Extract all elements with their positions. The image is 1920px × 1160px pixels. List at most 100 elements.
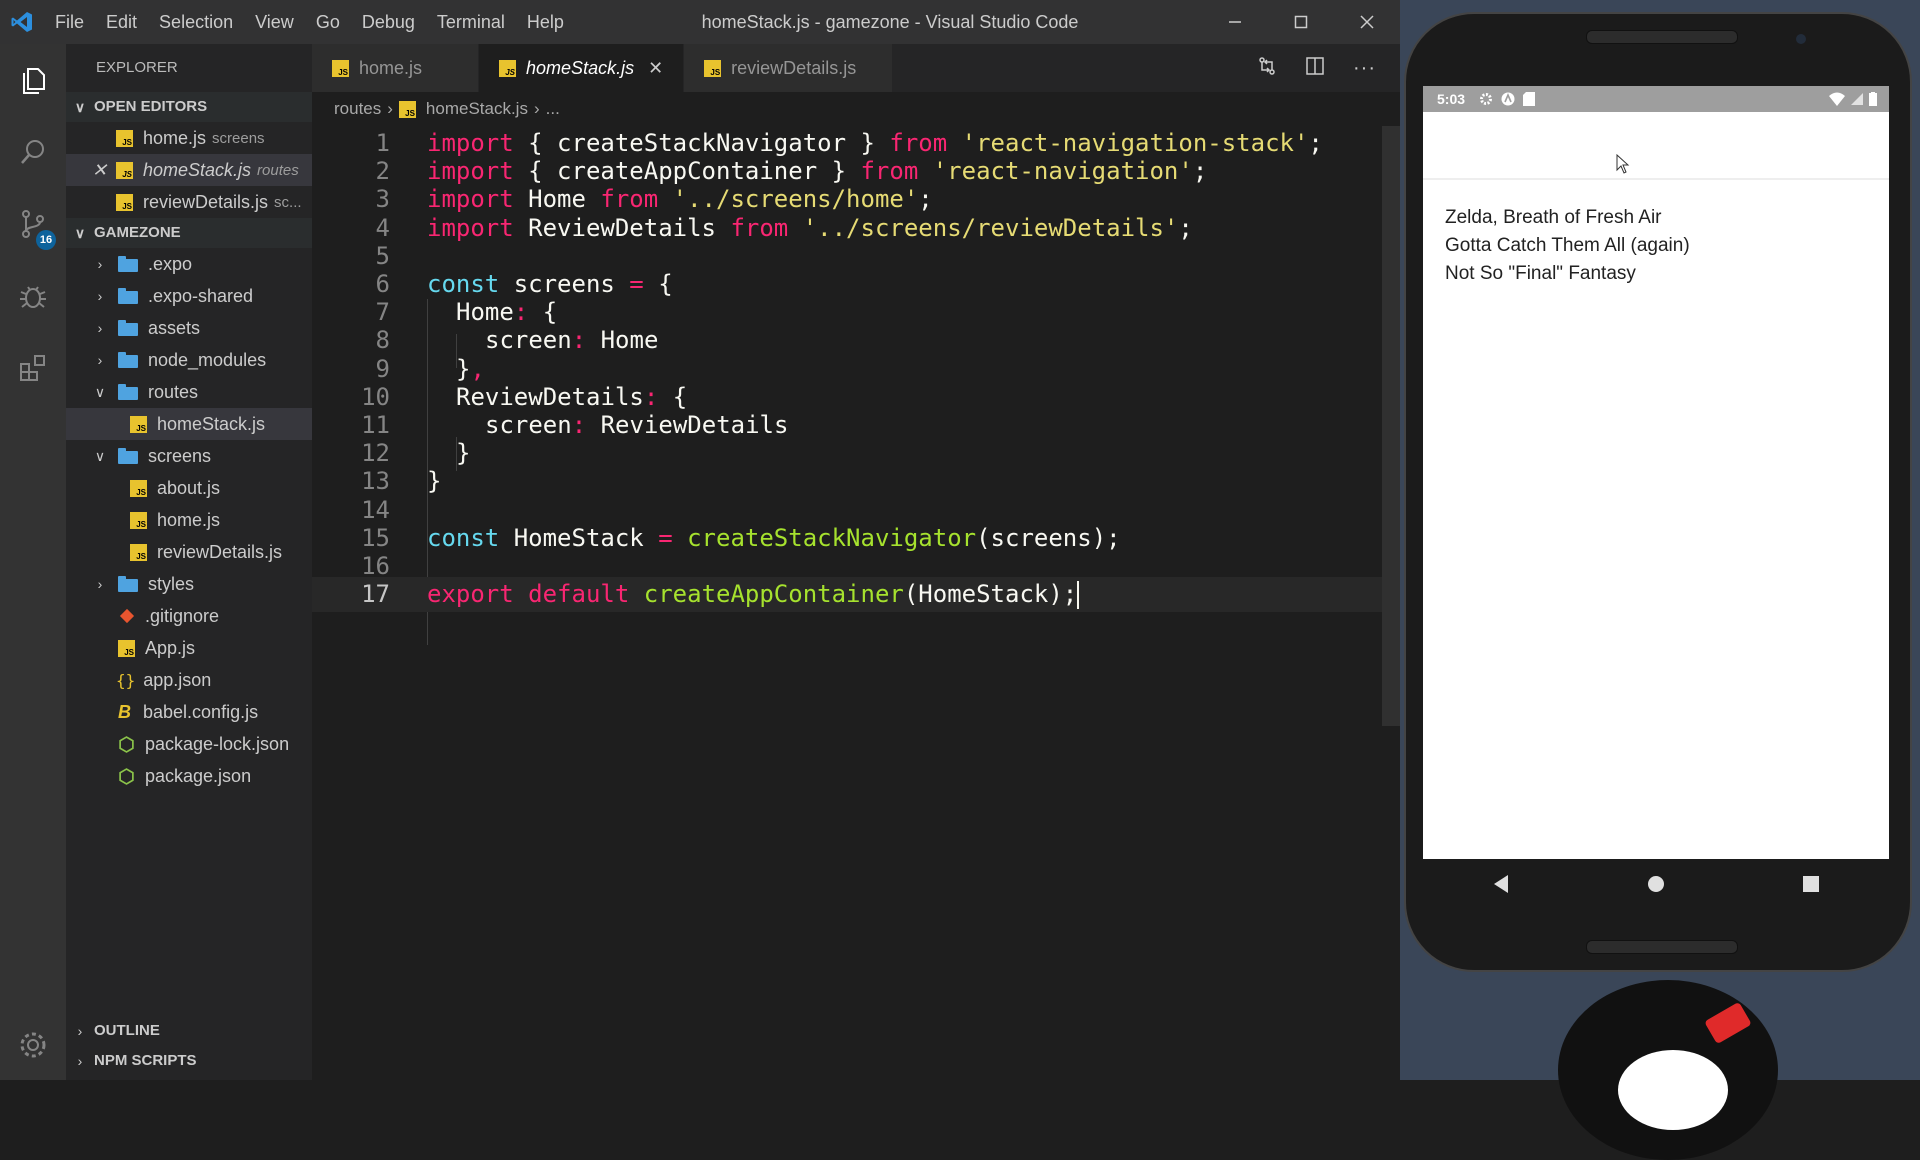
tree-file[interactable]: JS home.js	[66, 504, 312, 536]
tree-folder[interactable]: ∨ screens	[66, 440, 312, 472]
tree-folder[interactable]: › .expo	[66, 248, 312, 280]
minimize-button[interactable]	[1202, 0, 1268, 44]
home-icon[interactable]	[1647, 875, 1665, 898]
maximize-button[interactable]	[1268, 0, 1334, 44]
tree-file[interactable]: JS about.js	[66, 472, 312, 504]
top-speaker	[1586, 30, 1738, 44]
token: import	[427, 185, 514, 214]
source-control-icon[interactable]: 16	[0, 188, 66, 260]
chevron-right-icon: ›	[77, 1023, 83, 1039]
recents-icon[interactable]	[1802, 875, 1820, 898]
folder-icon	[118, 256, 138, 272]
js-file-icon: JS	[130, 479, 147, 497]
tree-item-label: home.js	[157, 509, 221, 530]
token: 'react-navigation-stack'	[961, 129, 1309, 157]
js-file-icon: JS	[130, 415, 147, 433]
js-file-icon: JS	[116, 161, 133, 179]
tree-item-label: assets	[148, 317, 201, 338]
a-icon	[1501, 92, 1515, 106]
back-icon[interactable]	[1492, 874, 1510, 899]
tree-folder[interactable]: › .expo-shared	[66, 280, 312, 312]
project-header[interactable]: ∨ GAMEZONE	[66, 218, 312, 248]
menu-terminal[interactable]: Terminal	[426, 0, 516, 44]
token: from	[860, 157, 919, 186]
tree-file[interactable]: {} app.json	[66, 664, 312, 696]
json-icon: {}	[116, 670, 136, 690]
breadcrumb-folder[interactable]: routes	[334, 99, 381, 119]
list-item[interactable]: Zelda, Breath of Fresh Air	[1445, 204, 1889, 232]
close-window-button[interactable]	[1334, 0, 1400, 44]
tree-item-label: node_modules	[148, 349, 267, 370]
token: ReviewDetails	[513, 213, 731, 242]
tree-file[interactable]: JS reviewDetails.js	[66, 536, 312, 568]
tree-folder[interactable]: ∨ routes	[66, 376, 312, 408]
token: createStackNavigator	[687, 523, 977, 552]
tree-folder[interactable]: › assets	[66, 312, 312, 344]
outline-header[interactable]: › OUTLINE	[66, 1016, 312, 1046]
token: Home	[513, 185, 601, 214]
open-editor-item[interactable]: ✕ JS homeStack.js routes	[66, 154, 312, 186]
open-editors-header[interactable]: ∨ OPEN EDITORS	[66, 92, 312, 122]
tree-file[interactable]: package-lock.json	[66, 728, 312, 760]
search-icon[interactable]	[0, 116, 66, 188]
close-tab-icon[interactable]: ✕	[648, 58, 663, 79]
token: {	[658, 382, 688, 411]
menu-go[interactable]: Go	[305, 0, 351, 44]
tree-file[interactable]: JS App.js	[66, 632, 312, 664]
menu-edit[interactable]: Edit	[95, 0, 148, 44]
chevron-down-icon: ∨	[74, 99, 86, 115]
status-right-icons	[1829, 92, 1889, 106]
tree-item-label: .gitignore	[145, 605, 220, 626]
tree-item-label: App.js	[145, 637, 196, 658]
token: import	[427, 129, 514, 157]
tree-folder[interactable]: › styles	[66, 568, 312, 600]
token: =	[629, 270, 644, 298]
open-editor-item[interactable]: JS home.js screens	[66, 122, 312, 154]
breadcrumb-file[interactable]: homeStack.js	[426, 99, 528, 119]
breadcrumb-separator-icon: ›	[533, 99, 540, 118]
open-editor-hint: routes	[257, 161, 299, 179]
code-editor[interactable]: 1 import { createStackNavigator } from 'r…	[312, 126, 1400, 1080]
npm-scripts-header[interactable]: › NPM SCRIPTS	[66, 1046, 312, 1076]
tab-home[interactable]: JS home.js	[312, 44, 480, 92]
tree-file[interactable]: .gitignore	[66, 600, 312, 632]
folder-open-icon	[118, 384, 138, 400]
menu-view[interactable]: View	[244, 0, 305, 44]
menu-file[interactable]: File	[44, 0, 95, 44]
open-editor-item[interactable]: JS reviewDetails.js sc...	[66, 186, 312, 218]
breadcrumb-more[interactable]: ...	[546, 99, 560, 119]
manage-gear-icon[interactable]	[0, 1028, 66, 1062]
split-editor-icon[interactable]	[1305, 56, 1325, 81]
editor-scrollbar[interactable]	[1382, 126, 1400, 726]
wifi-icon	[1829, 92, 1845, 106]
tree-file[interactable]: JS homeStack.js	[66, 408, 312, 440]
token: ;	[918, 185, 933, 214]
token: ;	[1192, 157, 1208, 186]
list-item[interactable]: Gotta Catch Them All (again)	[1445, 232, 1889, 260]
extensions-icon[interactable]	[0, 332, 66, 404]
chevron-down-icon: ∨	[94, 383, 106, 400]
tree-file[interactable]: package.json	[66, 760, 312, 792]
menu-debug[interactable]: Debug	[351, 0, 426, 44]
menu-help[interactable]: Help	[516, 0, 575, 44]
app-header	[1423, 112, 1889, 180]
tab-reviewdetails[interactable]: JS reviewDetails.js	[684, 44, 894, 92]
tree-file[interactable]: B babel.config.js	[66, 696, 312, 728]
more-actions-icon[interactable]: ···	[1353, 57, 1376, 80]
list-item[interactable]: Not So "Final" Fantasy	[1445, 260, 1889, 288]
ninja-logo	[1558, 980, 1778, 1160]
token: export	[427, 580, 514, 609]
chevron-right-icon: ›	[97, 352, 103, 368]
explorer-title: EXPLORER	[96, 59, 178, 76]
close-icon[interactable]: ✕	[92, 160, 107, 181]
token: const	[427, 523, 500, 552]
menu-selection[interactable]: Selection	[148, 0, 244, 44]
tab-homestack[interactable]: JS homeStack.js ✕	[479, 44, 685, 92]
tree-folder[interactable]: › node_modules	[66, 344, 312, 376]
debug-icon[interactable]	[0, 260, 66, 332]
explorer-icon[interactable]	[0, 44, 66, 116]
tree-item-label: package-lock.json	[145, 733, 290, 754]
open-changes-icon[interactable]	[1257, 56, 1277, 81]
